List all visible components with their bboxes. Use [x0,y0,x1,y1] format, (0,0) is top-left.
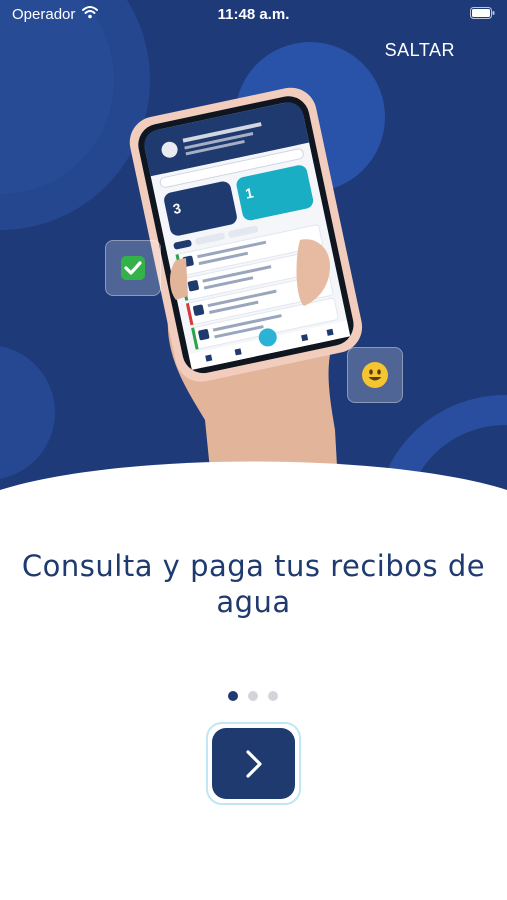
smiley-icon [362,362,388,388]
page-dot-2[interactable] [248,691,258,701]
smiley-chip [347,347,403,403]
page-dot-1[interactable] [228,691,238,701]
status-bar: Operador 11:48 a.m. [0,0,507,28]
clock: 11:48 a.m. [217,6,290,23]
page-dot-3[interactable] [268,691,278,701]
page-indicator [228,690,278,702]
next-button[interactable] [212,728,295,799]
hero-background: 3 1 [0,0,507,520]
hero-curve-divider [0,461,507,550]
onboarding-title: Consulta y paga tus recibos de agua [21,549,486,619]
check-badge-icon [121,256,145,280]
skip-button[interactable]: SALTAR [385,40,455,61]
chevron-right-icon [245,749,262,778]
check-badge-chip [105,240,161,296]
hand-holding-phone-illustration: 3 1 [129,87,363,520]
battery-icon [470,7,495,19]
